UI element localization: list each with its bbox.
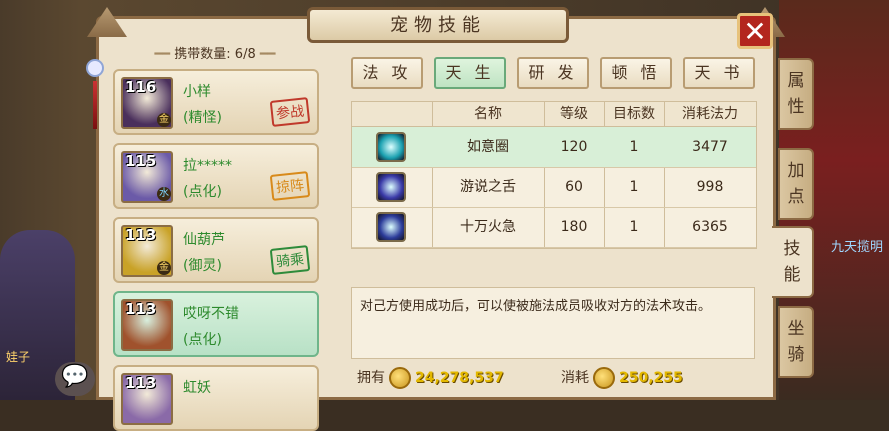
chat-icon[interactable]: 💬 (55, 362, 95, 396)
side-tab[interactable]: 加点 (778, 148, 814, 220)
side-tab[interactable]: 坐骑 (778, 306, 814, 378)
pet-card[interactable]: 113 金 仙葫芦 (御灵) 骑乘 (113, 217, 319, 283)
pet-portrait: 116 金 (121, 77, 173, 129)
coin-icon (593, 367, 615, 389)
side-tab[interactable]: 技能 (772, 226, 814, 298)
skill-level: 120 (560, 139, 588, 155)
pet-level: 113 (125, 300, 157, 318)
skill-targets: 1 (629, 219, 639, 235)
pet-name: 虹妖 (183, 380, 211, 396)
skill-description: 对己方使用成功后，可以使被施法成员吸收对方的法术攻击。 (351, 287, 755, 359)
background-npc-name: 娃子 (6, 350, 31, 364)
tab-skill-category[interactable]: 天 生 (434, 57, 506, 89)
header-cost: 消耗法力 (682, 106, 738, 122)
pet-portrait: 113 金 (121, 225, 173, 277)
pet-status-badge: 骑乘 (269, 245, 311, 275)
header-name: 名称 (474, 106, 502, 122)
skill-row[interactable]: 十万火急 180 1 6365 (352, 207, 756, 248)
pet-level: 113 (125, 374, 157, 392)
pet-type: (精怪) (183, 110, 222, 126)
tab-skill-category[interactable]: 天 书 (683, 57, 755, 89)
skill-level: 60 (565, 179, 583, 195)
skill-row[interactable]: 游说之舌 60 1 998 (352, 167, 756, 208)
pet-card[interactable]: 116 金 小样 (精怪) 参战 (113, 69, 319, 135)
skill-icon (376, 132, 406, 162)
currency-cost: 消耗 250,255 (561, 367, 683, 389)
skill-mana-cost: 3477 (692, 139, 728, 155)
pet-type: (点化) (183, 184, 222, 200)
pet-name: 小样 (183, 84, 211, 100)
skill-name: 游说之舌 (460, 179, 516, 195)
coin-icon (389, 367, 411, 389)
tab-skill-category[interactable]: 法 攻 (351, 57, 423, 89)
header-targets: 目标数 (613, 106, 655, 122)
header-level: 等级 (560, 106, 588, 122)
pet-status-badge: 掠阵 (269, 171, 311, 201)
hanging-ornament-icon (84, 59, 106, 145)
pet-card[interactable]: 115 水 拉***** (点化) 掠阵 (113, 143, 319, 209)
window-title: 宠物技能 (307, 7, 569, 43)
skill-icon (376, 212, 406, 242)
element-icon: 金 (157, 113, 171, 127)
element-icon: 水 (157, 187, 171, 201)
table-header: 名称 等级 目标数 消耗法力 (352, 102, 756, 127)
pet-name: 哎呀不错 (183, 306, 239, 322)
pet-list: ━━ 携带数量: 6/8 ━━ 116 金 小样 (精怪) 参战 115 水 拉… (110, 43, 320, 431)
skill-targets: 1 (629, 179, 639, 195)
skill-table: 名称 等级 目标数 消耗法力 如意圈 120 1 3477 游说之舌 60 1 … (351, 101, 757, 249)
skill-mana-cost: 6365 (692, 219, 728, 235)
skill-mana-cost: 998 (696, 179, 724, 195)
pet-skill-window: 宠物技能 ✕ ━━ 携带数量: 6/8 ━━ 116 金 小样 (精怪) 参战 … (86, 7, 785, 431)
skill-name: 如意圈 (467, 139, 509, 155)
background-player-name: 九天揽明 (830, 240, 883, 255)
pet-level: 116 (125, 78, 157, 96)
skill-row[interactable]: 如意圈 120 1 3477 (352, 127, 756, 168)
skill-targets: 1 (629, 139, 639, 155)
skill-name: 十万火急 (460, 219, 516, 235)
pet-type: (御灵) (183, 258, 222, 274)
pet-level: 113 (125, 226, 157, 244)
tab-skill-category[interactable]: 顿 悟 (600, 57, 672, 89)
currency-owned: 拥有 24,278,537 (357, 367, 504, 389)
pet-portrait: 115 水 (121, 151, 173, 203)
close-button[interactable]: ✕ (737, 13, 773, 49)
pet-status-badge: 参战 (269, 97, 311, 127)
pet-portrait: 113 (121, 373, 173, 425)
skill-icon (376, 172, 406, 202)
pet-card[interactable]: 113 虹妖 (113, 365, 319, 431)
pet-name: 拉***** (183, 158, 232, 174)
element-icon: 金 (157, 261, 171, 275)
pet-type: (点化) (183, 332, 222, 348)
pet-name: 仙葫芦 (183, 232, 225, 248)
pet-portrait: 113 (121, 299, 173, 351)
tab-skill-category[interactable]: 研 发 (517, 57, 589, 89)
skill-level: 180 (560, 219, 588, 235)
carry-count: ━━ 携带数量: 6/8 ━━ (154, 47, 276, 62)
side-tab[interactable]: 属性 (778, 58, 814, 130)
pet-card[interactable]: 113 哎呀不错 (点化) (113, 291, 319, 357)
pet-level: 115 (125, 152, 157, 170)
